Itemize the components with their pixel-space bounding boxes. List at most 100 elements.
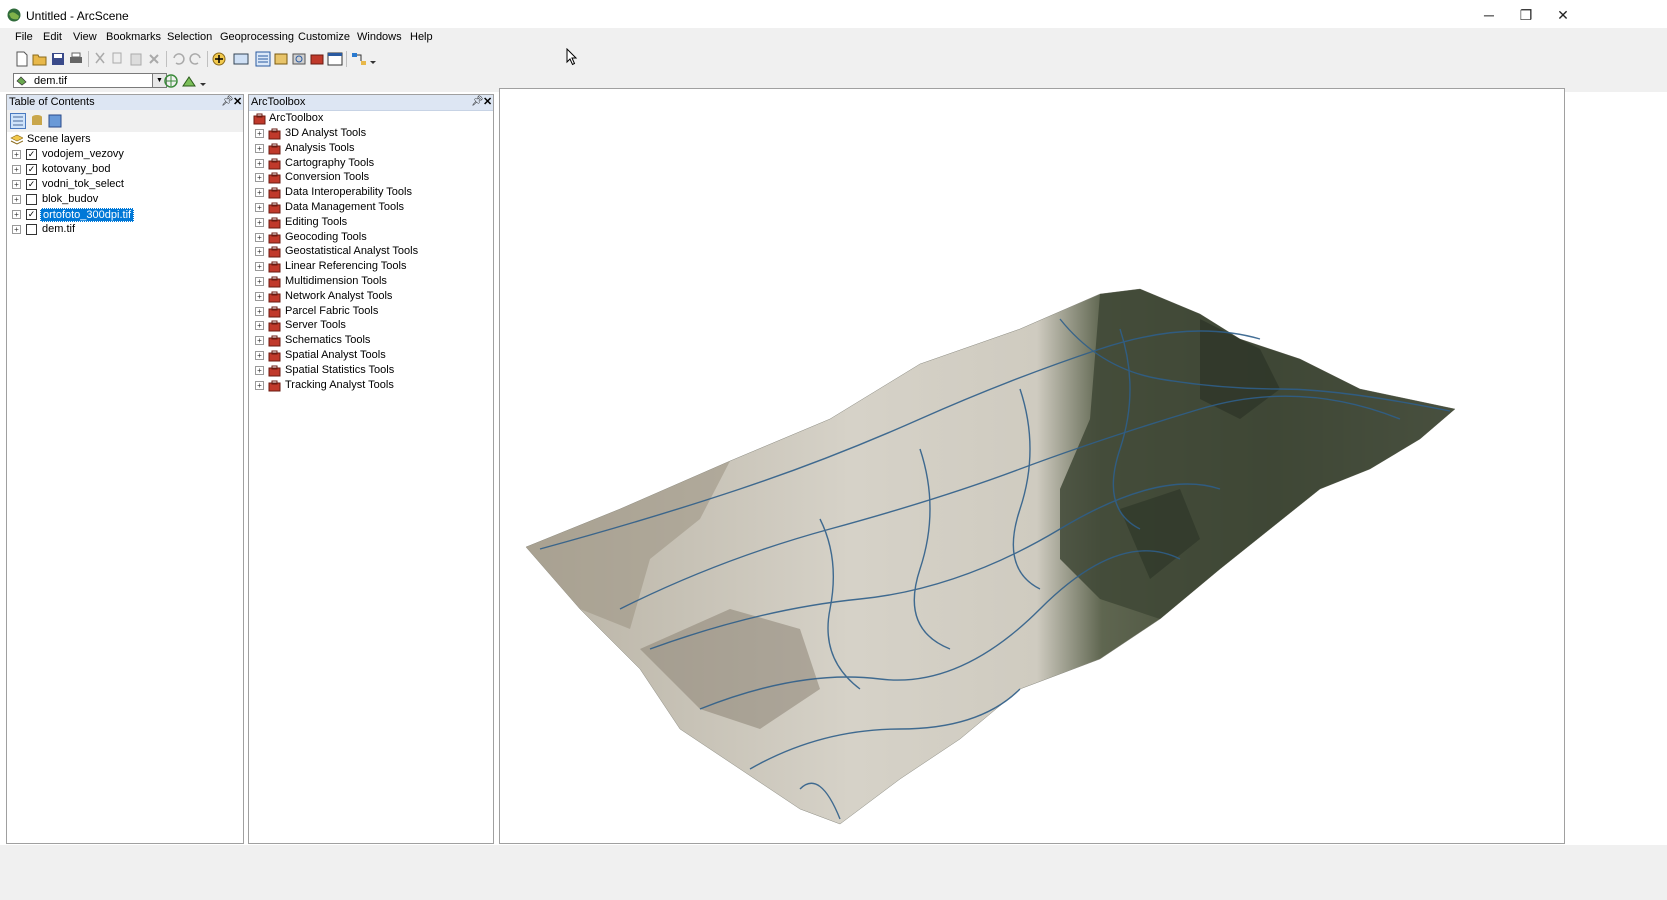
list-by-drawing-order-icon[interactable] (10, 113, 26, 129)
toolbox-item[interactable]: + Data Interoperability Tools (249, 186, 493, 201)
scene-view-3d[interactable] (499, 88, 1565, 844)
close-button[interactable]: ✕ (1548, 4, 1578, 26)
pin-icon[interactable]: 📌︎ (221, 96, 234, 107)
expand-plus-icon[interactable]: + (255, 291, 264, 301)
layer-visibility-checkbox[interactable]: ✓ (26, 179, 37, 190)
cut-icon[interactable] (92, 51, 108, 67)
copy-icon[interactable] (110, 51, 126, 67)
close-icon[interactable]: ✕ (233, 95, 242, 108)
menu-customize[interactable]: Customize (298, 31, 350, 43)
expand-plus-icon[interactable]: + (255, 203, 264, 212)
layer-visibility-checkbox[interactable]: ✓ (26, 164, 37, 175)
list-by-source-icon[interactable] (29, 113, 45, 129)
toolbox-item[interactable]: + Linear Referencing Tools (249, 260, 493, 275)
layer-visibility-checkbox[interactable]: ✓ (26, 149, 37, 160)
expand-plus-icon[interactable]: + (12, 180, 21, 189)
layer-visibility-checkbox[interactable]: ✓ (26, 209, 37, 220)
list-by-visibility-icon[interactable] (47, 113, 63, 129)
expand-plus-icon[interactable]: + (12, 150, 21, 159)
toc-layer-row[interactable]: + ✓ vodni_tok_select (7, 178, 243, 193)
expand-plus-icon[interactable]: + (255, 217, 264, 227)
toolbox-item[interactable]: + Schematics Tools (249, 334, 493, 349)
arccatalog-icon[interactable] (233, 51, 249, 67)
expand-plus-icon[interactable]: + (12, 165, 21, 174)
expand-plus-icon[interactable]: + (255, 188, 264, 198)
layer-visibility-checkbox[interactable] (26, 194, 37, 205)
layer-name[interactable]: dem.tif (42, 223, 75, 235)
catalog-window-icon[interactable] (273, 51, 289, 67)
expand-plus-icon[interactable]: + (255, 277, 264, 286)
toc-layer-row[interactable]: + ✓ ortofoto_300dpi.tif (7, 208, 243, 223)
toolbox-item[interactable]: + Tracking Analyst Tools (249, 379, 493, 394)
menu-selection[interactable]: Selection (167, 31, 212, 43)
toc-window-icon[interactable] (255, 51, 271, 67)
redo-icon[interactable] (188, 51, 204, 67)
toolbox-item[interactable]: + Data Management Tools (249, 201, 493, 216)
toc-layer-row[interactable]: + ✓ kotovany_bod (7, 163, 243, 178)
pin-icon[interactable]: 📌︎ (471, 96, 484, 107)
print-icon[interactable] (68, 51, 84, 67)
menu-view[interactable]: View (73, 31, 97, 43)
layer-name[interactable]: kotovany_bod (42, 163, 111, 175)
menu-edit[interactable]: Edit (43, 31, 62, 43)
toolbar-options-icon[interactable] (369, 51, 377, 67)
expand-plus-icon[interactable]: + (12, 195, 21, 204)
expand-plus-icon[interactable]: + (255, 129, 264, 138)
layer-name[interactable]: vodojem_vezovy (42, 148, 124, 160)
toolbox-item[interactable]: + Parcel Fabric Tools (249, 305, 493, 320)
toolbox-item[interactable]: + Spatial Analyst Tools (249, 349, 493, 364)
menu-bookmarks[interactable]: Bookmarks (106, 31, 161, 43)
expand-plus-icon[interactable]: + (255, 306, 264, 316)
expand-plus-icon[interactable]: + (255, 380, 264, 390)
menu-geoprocessing[interactable]: Geoprocessing (220, 31, 294, 43)
expand-plus-icon[interactable]: + (12, 225, 21, 234)
navigate-tool-icon[interactable] (163, 73, 179, 89)
expand-plus-icon[interactable]: + (255, 365, 264, 375)
undo-icon[interactable] (170, 51, 186, 67)
delete-icon[interactable] (146, 51, 162, 67)
toolbox-item[interactable]: + Network Analyst Tools (249, 290, 493, 305)
save-icon[interactable] (50, 51, 66, 67)
toolbar-options-icon[interactable] (199, 73, 207, 89)
new-document-icon[interactable] (14, 51, 30, 67)
layer-select-dropdown[interactable]: dem.tif ▼ (13, 73, 167, 88)
layer-name[interactable]: ortofoto_300dpi.tif (40, 208, 135, 222)
toc-layer-row[interactable]: + ✓ vodojem_vezovy (7, 148, 243, 163)
add-data-icon[interactable] (211, 51, 227, 67)
toolbox-item[interactable]: + Spatial Statistics Tools (249, 364, 493, 379)
toolbox-item[interactable]: +3D Analyst Tools (249, 127, 493, 142)
menu-windows[interactable]: Windows (357, 31, 402, 43)
toolbox-item[interactable]: + Geocoding Tools (249, 231, 493, 246)
expand-plus-icon[interactable]: + (255, 232, 264, 242)
minimize-button[interactable]: ─ (1474, 4, 1504, 26)
expand-plus-icon[interactable]: + (255, 262, 264, 272)
paste-icon[interactable] (128, 51, 144, 67)
modelbuilder-icon[interactable] (351, 51, 367, 67)
expand-plus-icon[interactable]: + (255, 247, 264, 257)
expand-plus-icon[interactable]: + (255, 351, 264, 360)
layer-name[interactable]: blok_budov (42, 193, 98, 205)
expand-plus-icon[interactable]: + (255, 158, 264, 168)
fly-tool-icon[interactable] (181, 73, 197, 89)
scene-layers-root[interactable]: Scene layers (7, 133, 243, 148)
layer-name[interactable]: vodni_tok_select (42, 178, 124, 190)
python-window-icon[interactable] (327, 51, 343, 67)
layer-visibility-checkbox[interactable] (26, 224, 37, 235)
menu-help[interactable]: Help (410, 31, 433, 43)
expand-plus-icon[interactable]: + (255, 143, 264, 153)
toolbox-item[interactable]: + Geostatistical Analyst Tools (249, 245, 493, 260)
toolbox-item[interactable]: + Cartography Tools (249, 157, 493, 172)
toc-layer-row[interactable]: + dem.tif (7, 223, 243, 238)
toolbox-item[interactable]: + Multidimension Tools (249, 275, 493, 290)
toolbox-item[interactable]: + Analysis Tools (249, 142, 493, 157)
expand-plus-icon[interactable]: + (255, 321, 264, 331)
search-window-icon[interactable] (291, 51, 307, 67)
expand-plus-icon[interactable]: + (255, 336, 264, 346)
open-folder-icon[interactable] (32, 51, 48, 67)
toolbox-item[interactable]: + Server Tools (249, 319, 493, 334)
expand-plus-icon[interactable]: + (12, 210, 21, 219)
toolbox-item[interactable]: + Editing Tools (249, 216, 493, 231)
menu-file[interactable]: File (15, 31, 33, 43)
restore-button[interactable]: ❐ (1511, 4, 1541, 26)
expand-plus-icon[interactable]: + (255, 173, 264, 183)
